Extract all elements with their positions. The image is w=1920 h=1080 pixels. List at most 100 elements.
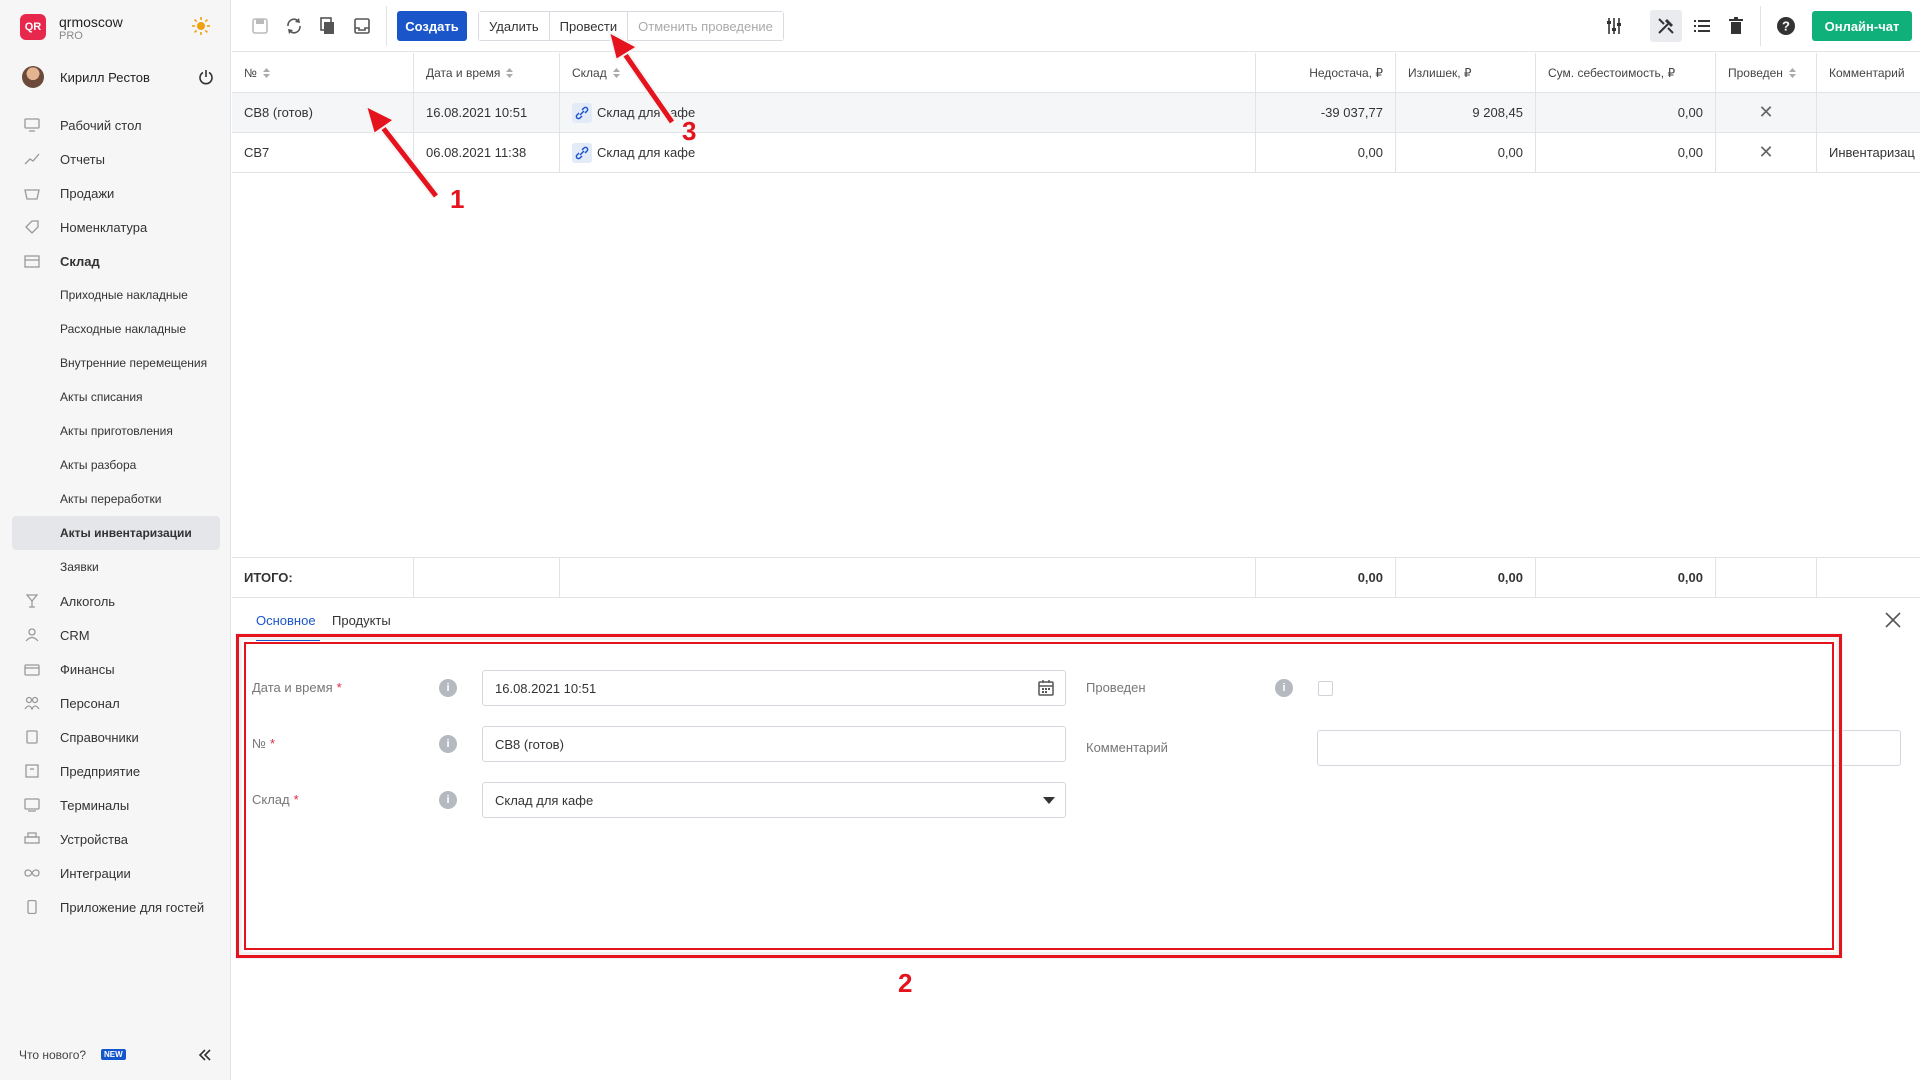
warehouse-icon: [24, 255, 40, 268]
save-icon[interactable]: [250, 16, 270, 36]
document-actions-group: Удалить Провести Отменить проведение: [478, 11, 784, 41]
sidebar-item-label: Продажи: [60, 185, 115, 201]
cell-warehouse: Склад для кафе: [560, 133, 1256, 172]
sidebar-item-label: Терминалы: [60, 797, 130, 813]
unpost-button[interactable]: Отменить проведение: [628, 12, 783, 40]
link-icon[interactable]: [572, 102, 592, 123]
warehouse-name: Склад для кафе: [597, 145, 696, 160]
cell-shortage: -39 037,77: [1256, 93, 1396, 132]
totals-empty: [560, 558, 1256, 597]
cell-comment: [1817, 93, 1920, 132]
people-icon: [25, 628, 39, 642]
power-icon[interactable]: [198, 69, 214, 85]
inbox-icon[interactable]: [352, 16, 372, 36]
annotation-number-1: 1: [450, 184, 465, 214]
theme-sun-icon[interactable]: [191, 16, 211, 36]
sidebar-subitem-writeoffs[interactable]: Акты списания: [12, 380, 220, 414]
sidebar-item-label: Рабочий стол: [60, 117, 142, 133]
sidebar-item-terminals[interactable]: Терминалы: [12, 788, 220, 822]
sidebar-item-label: Справочники: [60, 729, 139, 745]
list-view-icon[interactable]: [1692, 16, 1712, 36]
column-header-comment[interactable]: Комментарий: [1817, 53, 1920, 92]
column-header-cost[interactable]: Сум. себестоимость, ₽: [1536, 53, 1716, 92]
column-header-surplus[interactable]: Излишек, ₽: [1396, 53, 1536, 92]
book-icon: [26, 730, 38, 744]
sidebar-item-label: Алкоголь: [60, 593, 116, 609]
phone-icon: [27, 900, 37, 914]
sidebar-item-staff[interactable]: Персонал: [12, 686, 220, 720]
sidebar-item-label: Номенклатура: [60, 219, 148, 235]
sidebar-item-crm[interactable]: CRM: [12, 618, 220, 652]
refresh-icon[interactable]: [284, 16, 304, 36]
tab-products[interactable]: Продукты: [332, 613, 391, 628]
sidebar-item-label: Акты инвентаризации: [60, 526, 192, 540]
totals-empty: [1716, 558, 1817, 597]
totals-empty: [1817, 558, 1920, 597]
svg-text:?: ?: [1782, 19, 1790, 34]
sidebar-item-integrations[interactable]: Интеграции: [12, 856, 220, 890]
table-row[interactable]: СВ7 06.08.2021 11:38 Склад для кафе 0,00…: [232, 133, 1920, 173]
sidebar-subitem-outgoing[interactable]: Расходные накладные: [12, 312, 220, 346]
cell-number: СВ8 (готов): [232, 93, 414, 132]
sidebar-subitem-transfers[interactable]: Внутренние перемещения: [12, 346, 220, 380]
brand-plan: PRO: [59, 30, 83, 42]
table-row[interactable]: СВ8 (готов) 16.08.2021 10:51 Склад для к…: [232, 93, 1920, 133]
close-icon[interactable]: [1884, 611, 1902, 629]
sidebar-item-warehouse[interactable]: Склад: [12, 244, 220, 278]
glass-icon: [25, 594, 39, 608]
tab-main[interactable]: Основное: [256, 613, 316, 628]
column-header-warehouse[interactable]: Склад: [560, 53, 1256, 92]
new-badge: NEW: [101, 1049, 126, 1060]
post-button[interactable]: Провести: [549, 12, 629, 40]
printer-icon: [24, 832, 40, 844]
brand-name: qrmoscow: [59, 14, 123, 30]
column-header-number[interactable]: №: [232, 53, 414, 92]
brand[interactable]: QR qrmoscow PRO: [20, 14, 220, 44]
sidebar-subitem-disassembly[interactable]: Акты разбора: [12, 448, 220, 482]
totals-row: ИТОГО: 0,00 0,00 0,00: [232, 557, 1920, 598]
link-icon[interactable]: [572, 142, 592, 163]
copy-icon[interactable]: [318, 16, 338, 36]
column-header-label: №: [244, 65, 257, 80]
sidebar-subitem-inventory[interactable]: Акты инвентаризации: [12, 516, 220, 550]
not-posted-icon: ✕: [1758, 102, 1774, 122]
totals-empty: [414, 558, 560, 597]
sidebar-item-enterprise[interactable]: Предприятие: [12, 754, 220, 788]
create-button[interactable]: Создать: [397, 11, 467, 41]
tools-icon[interactable]: [1656, 16, 1676, 36]
sidebar-item-desktop[interactable]: Рабочий стол: [12, 108, 220, 142]
sidebar-item-label: Акты списания: [60, 390, 143, 404]
trash-icon[interactable]: [1726, 16, 1746, 36]
sidebar-item-reports[interactable]: Отчеты: [12, 142, 220, 176]
sidebar-item-guest-app[interactable]: Приложение для гостей: [12, 890, 220, 924]
whats-new-link[interactable]: Что нового?: [19, 1048, 86, 1062]
cell-date: 16.08.2021 10:51: [414, 93, 560, 132]
collapse-sidebar-icon[interactable]: [197, 1047, 213, 1063]
sidebar-subitem-requests[interactable]: Заявки: [12, 550, 220, 584]
terminal-icon: [24, 798, 40, 812]
cell-number: СВ7: [232, 133, 414, 172]
sidebar: QR qrmoscow PRO Кирилл Рестов Рабочий ст…: [0, 0, 231, 1080]
help-icon[interactable]: ?: [1776, 16, 1796, 36]
sidebar-item-references[interactable]: Справочники: [12, 720, 220, 754]
sidebar-subitem-incoming[interactable]: Приходные накладные: [12, 278, 220, 312]
online-chat-button[interactable]: Онлайн-чат: [1812, 11, 1912, 41]
sidebar-item-nomenclature[interactable]: Номенклатура: [12, 210, 220, 244]
sidebar-item-label: Склад: [60, 253, 100, 269]
column-header-posted[interactable]: Проведен: [1716, 53, 1817, 92]
table-header-row: № Дата и время Склад Недостача, ₽ Излише…: [232, 53, 1920, 93]
user-profile[interactable]: Кирилл Рестов: [22, 66, 218, 92]
sidebar-subitem-processing[interactable]: Акты переработки: [12, 482, 220, 516]
sidebar-item-alcohol[interactable]: Алкоголь: [12, 584, 220, 618]
filter-sliders-icon[interactable]: [1604, 16, 1624, 36]
sidebar-item-devices[interactable]: Устройства: [12, 822, 220, 856]
sidebar-item-finance[interactable]: Финансы: [12, 652, 220, 686]
building-icon: [25, 764, 39, 778]
sidebar-item-sales[interactable]: Продажи: [12, 176, 220, 210]
column-header-date[interactable]: Дата и время: [414, 53, 560, 92]
sidebar-item-label: Интеграции: [60, 865, 131, 881]
sidebar-subitem-cooking[interactable]: Акты приготовления: [12, 414, 220, 448]
delete-button[interactable]: Удалить: [479, 12, 550, 40]
column-header-shortage[interactable]: Недостача, ₽: [1256, 53, 1396, 92]
tag-icon: [25, 220, 39, 234]
